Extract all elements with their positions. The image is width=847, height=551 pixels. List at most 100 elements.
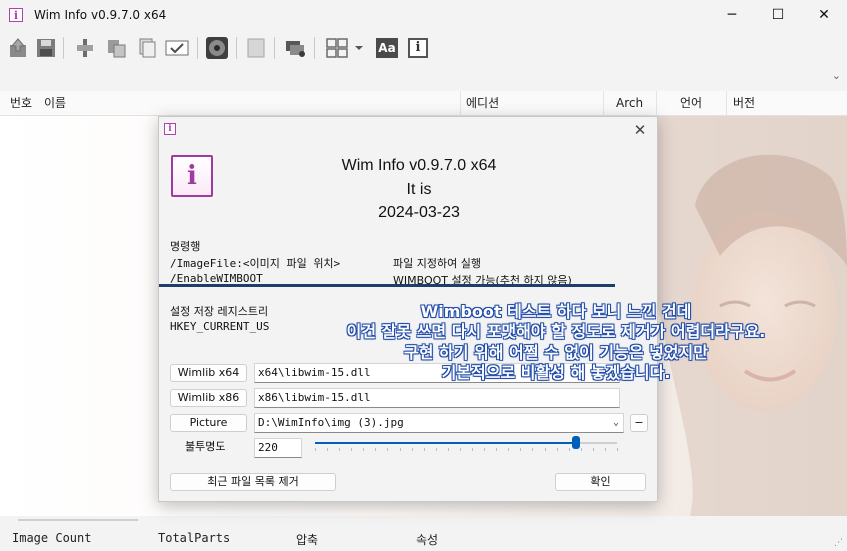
picture-path-combo[interactable]: D:\WimInfo\img (3).jpg ⌄ bbox=[254, 413, 624, 433]
toolbar-separator bbox=[197, 37, 198, 59]
column-divider[interactable] bbox=[603, 91, 604, 115]
column-header-edition[interactable]: 에디션 bbox=[466, 91, 499, 115]
wimlib-x86-button[interactable]: Wimlib x86 bbox=[170, 389, 247, 407]
slider-tick bbox=[327, 448, 329, 451]
status-compression: 압축 bbox=[296, 533, 319, 547]
dialog-close-button[interactable]: ✕ bbox=[630, 121, 650, 139]
copy-icon[interactable] bbox=[104, 35, 130, 61]
slider-tick bbox=[363, 448, 365, 451]
wimlib-x64-button[interactable]: Wimlib x64 bbox=[170, 364, 247, 382]
projector-icon[interactable] bbox=[283, 35, 309, 61]
toolbar-separator bbox=[274, 37, 275, 59]
cmdline-header: 명령행 bbox=[170, 240, 201, 253]
dialog-build-date: 2024-03-23 bbox=[378, 204, 460, 221]
column-divider[interactable] bbox=[460, 91, 461, 115]
clear-recent-files-button[interactable]: 최근 파일 목록 제거 bbox=[170, 473, 336, 491]
slider-tick bbox=[544, 448, 546, 451]
cmdline-imagefile-arg: /ImageFile:<이미지 파일 위치> bbox=[170, 257, 341, 270]
slider-tick bbox=[351, 448, 353, 451]
slider-tick bbox=[411, 448, 413, 451]
toolbar-separator bbox=[63, 37, 64, 59]
status-attributes: 속성 bbox=[416, 533, 439, 547]
slider-tick bbox=[399, 448, 401, 451]
dropdown-arrow-icon[interactable] bbox=[352, 35, 366, 61]
slider-tick bbox=[459, 448, 461, 451]
wimlib-x86-path-field[interactable]: x86\libwim-15.dll bbox=[254, 388, 620, 408]
status-bar: Image Count TotalParts 압축 속성 ⋰ bbox=[0, 516, 847, 551]
picture-path-value: D:\WimInfo\img (3).jpg bbox=[258, 416, 404, 429]
slider-tick bbox=[604, 448, 606, 451]
column-header-language[interactable]: 언어 bbox=[680, 91, 702, 115]
slider-tick bbox=[592, 448, 594, 451]
dialog-tagline: It is bbox=[406, 181, 432, 198]
sub-toolbar: ⌄ bbox=[0, 65, 847, 92]
column-header-number[interactable]: 번호 bbox=[10, 91, 32, 115]
close-button[interactable]: ✕ bbox=[801, 0, 847, 31]
slider-tick bbox=[520, 448, 522, 451]
title-bar: i Wim Info v0.9.7.0 x64 ─ ☐ ✕ bbox=[0, 0, 847, 31]
slider-tick bbox=[568, 448, 570, 451]
opacity-slider[interactable] bbox=[315, 436, 617, 449]
slider-tick bbox=[387, 448, 389, 451]
column-header-name[interactable]: 이름 bbox=[44, 91, 66, 115]
slider-tick bbox=[556, 448, 558, 451]
registry-header: 설정 저장 레지스트리 bbox=[170, 305, 269, 318]
slider-tick bbox=[423, 448, 425, 451]
opacity-slider-ticks bbox=[315, 448, 618, 452]
slider-tick bbox=[508, 448, 510, 451]
slider-tick bbox=[375, 448, 377, 451]
export-icon[interactable] bbox=[5, 35, 31, 61]
font-icon[interactable]: Aa bbox=[374, 35, 400, 61]
slider-tick bbox=[472, 448, 474, 451]
disc-icon[interactable] bbox=[204, 35, 230, 61]
check-icon[interactable] bbox=[164, 35, 190, 61]
registry-path: HKEY_CURRENT_US bbox=[170, 320, 270, 333]
resize-grip-icon[interactable]: ⋰ bbox=[834, 538, 844, 548]
toolbar: Aa i bbox=[0, 31, 847, 65]
dialog-app-icon: i bbox=[164, 123, 176, 135]
toolbar-separator bbox=[314, 37, 315, 59]
status-image-count: Image Count bbox=[12, 531, 92, 545]
slider-tick bbox=[532, 448, 534, 451]
progress-bar bbox=[18, 519, 138, 521]
divider-line bbox=[159, 284, 615, 287]
slider-tick bbox=[447, 448, 449, 451]
picture-remove-button[interactable]: − bbox=[630, 414, 648, 432]
column-divider[interactable] bbox=[656, 91, 657, 115]
list-header: 번호 이름 에디션 Arch 언어 버전 bbox=[0, 91, 847, 116]
dialog-app-name: Wim Info v0.9.7.0 x64 bbox=[341, 157, 497, 174]
save-icon[interactable] bbox=[33, 35, 59, 61]
slider-tick bbox=[580, 448, 582, 451]
window-title: Wim Info v0.9.7.0 x64 bbox=[34, 8, 167, 22]
app-icon: i bbox=[9, 8, 23, 22]
opacity-slider-fill bbox=[315, 442, 576, 444]
status-total-parts: TotalParts bbox=[158, 531, 231, 545]
chevron-down-icon[interactable]: ⌄ bbox=[613, 414, 619, 432]
info-logo-icon: i bbox=[171, 155, 213, 197]
toolbar-separator bbox=[236, 37, 237, 59]
copy-pages-icon[interactable] bbox=[134, 35, 160, 61]
slider-tick bbox=[617, 448, 618, 451]
opacity-label: 불투명도 bbox=[185, 440, 226, 453]
cmdline-imagefile-desc: 파일 지정하여 실행 bbox=[393, 257, 481, 270]
blank-icon[interactable] bbox=[243, 35, 269, 61]
slider-tick bbox=[496, 448, 498, 451]
grid-icon[interactable] bbox=[324, 35, 350, 61]
slider-tick bbox=[339, 448, 341, 451]
info-icon[interactable]: i bbox=[405, 35, 431, 61]
opacity-value-field[interactable]: 220 bbox=[254, 438, 302, 458]
slider-tick bbox=[435, 448, 437, 451]
chevron-down-icon[interactable]: ⌄ bbox=[832, 69, 841, 82]
split-icon[interactable] bbox=[72, 35, 98, 61]
column-header-arch[interactable]: Arch bbox=[616, 91, 643, 115]
column-divider[interactable] bbox=[726, 91, 727, 115]
font-icon-label: Aa bbox=[376, 38, 398, 58]
picture-button[interactable]: Picture bbox=[170, 414, 247, 432]
maximize-button[interactable]: ☐ bbox=[755, 0, 801, 31]
ok-button[interactable]: 확인 bbox=[555, 473, 646, 491]
slider-tick bbox=[315, 448, 316, 451]
minimize-button[interactable]: ─ bbox=[709, 0, 755, 31]
overlay-annotation-line4: 기본적으로 비활성 해 놓겠습니다. bbox=[441, 363, 671, 382]
info-icon-label: i bbox=[408, 38, 428, 58]
column-header-version[interactable]: 버전 bbox=[733, 91, 755, 115]
